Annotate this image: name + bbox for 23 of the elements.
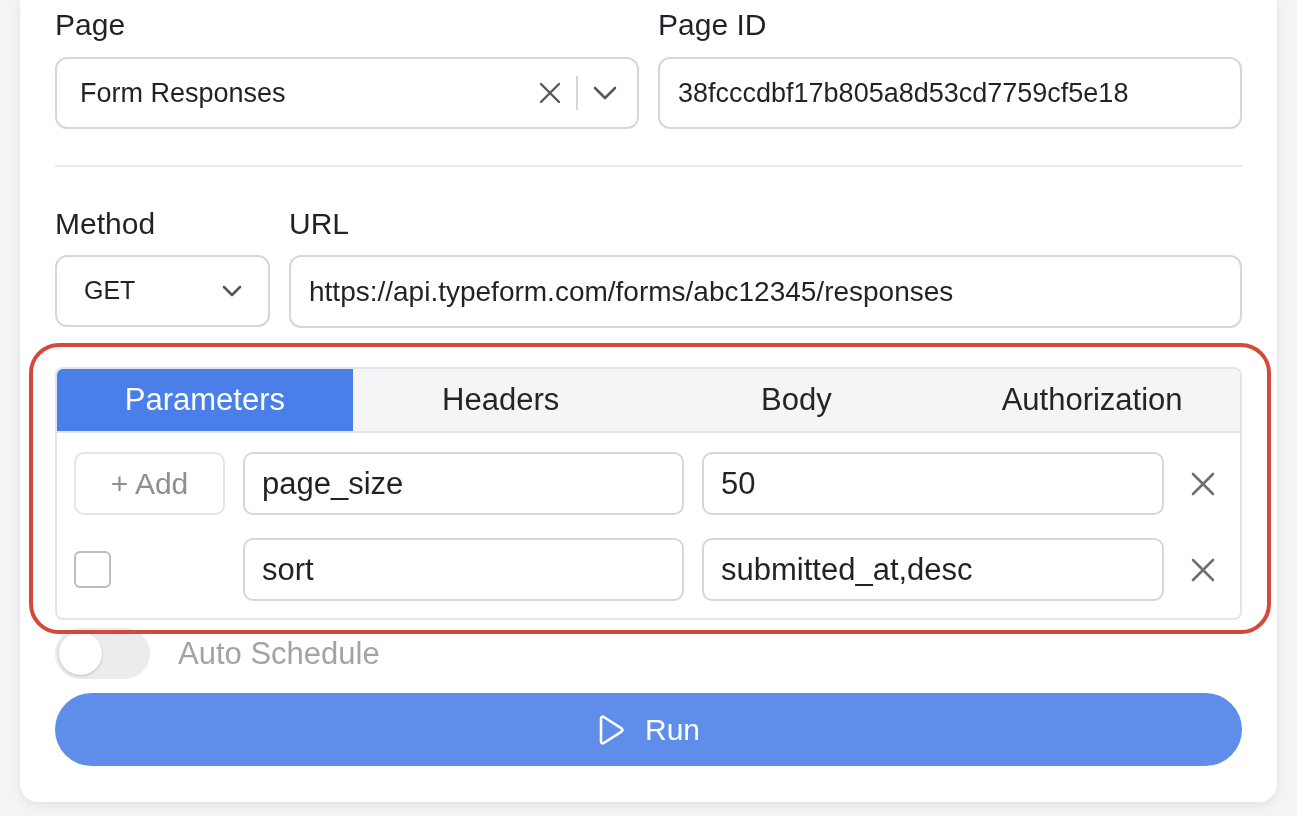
key-field[interactable]: page_size (243, 452, 684, 515)
value-field[interactable]: submitted_at,desc (702, 538, 1164, 601)
close-icon[interactable] (1190, 471, 1215, 496)
chevron-down-icon[interactable] (593, 86, 617, 100)
page-id-field[interactable]: 38fcccdbf17b805a8d53cd7759cf5e18 (658, 57, 1242, 129)
value-field[interactable]: 50 (702, 452, 1164, 515)
close-icon[interactable] (539, 82, 561, 104)
url-field[interactable]: https://api.typeform.com/forms/abc12345/responses (289, 255, 1242, 328)
tab[interactable]: Parameters (57, 369, 353, 431)
method-select[interactable]: GET (55, 255, 270, 327)
field-label: Method (55, 206, 157, 242)
field-label: URL (289, 206, 350, 242)
tab[interactable]: Body (648, 369, 945, 431)
toggle-label: Auto Schedule (178, 634, 380, 673)
tab[interactable]: Headers (352, 369, 649, 431)
tab[interactable]: Authorization (944, 369, 1240, 431)
close-icon[interactable] (1190, 557, 1215, 582)
page-select[interactable]: Form Responses (55, 57, 639, 129)
field-label: Page (55, 7, 127, 43)
chevron-down-icon[interactable] (222, 285, 242, 297)
checkbox[interactable] (74, 551, 111, 588)
key-field[interactable]: sort (243, 538, 684, 601)
field-label: Page ID (658, 7, 768, 43)
